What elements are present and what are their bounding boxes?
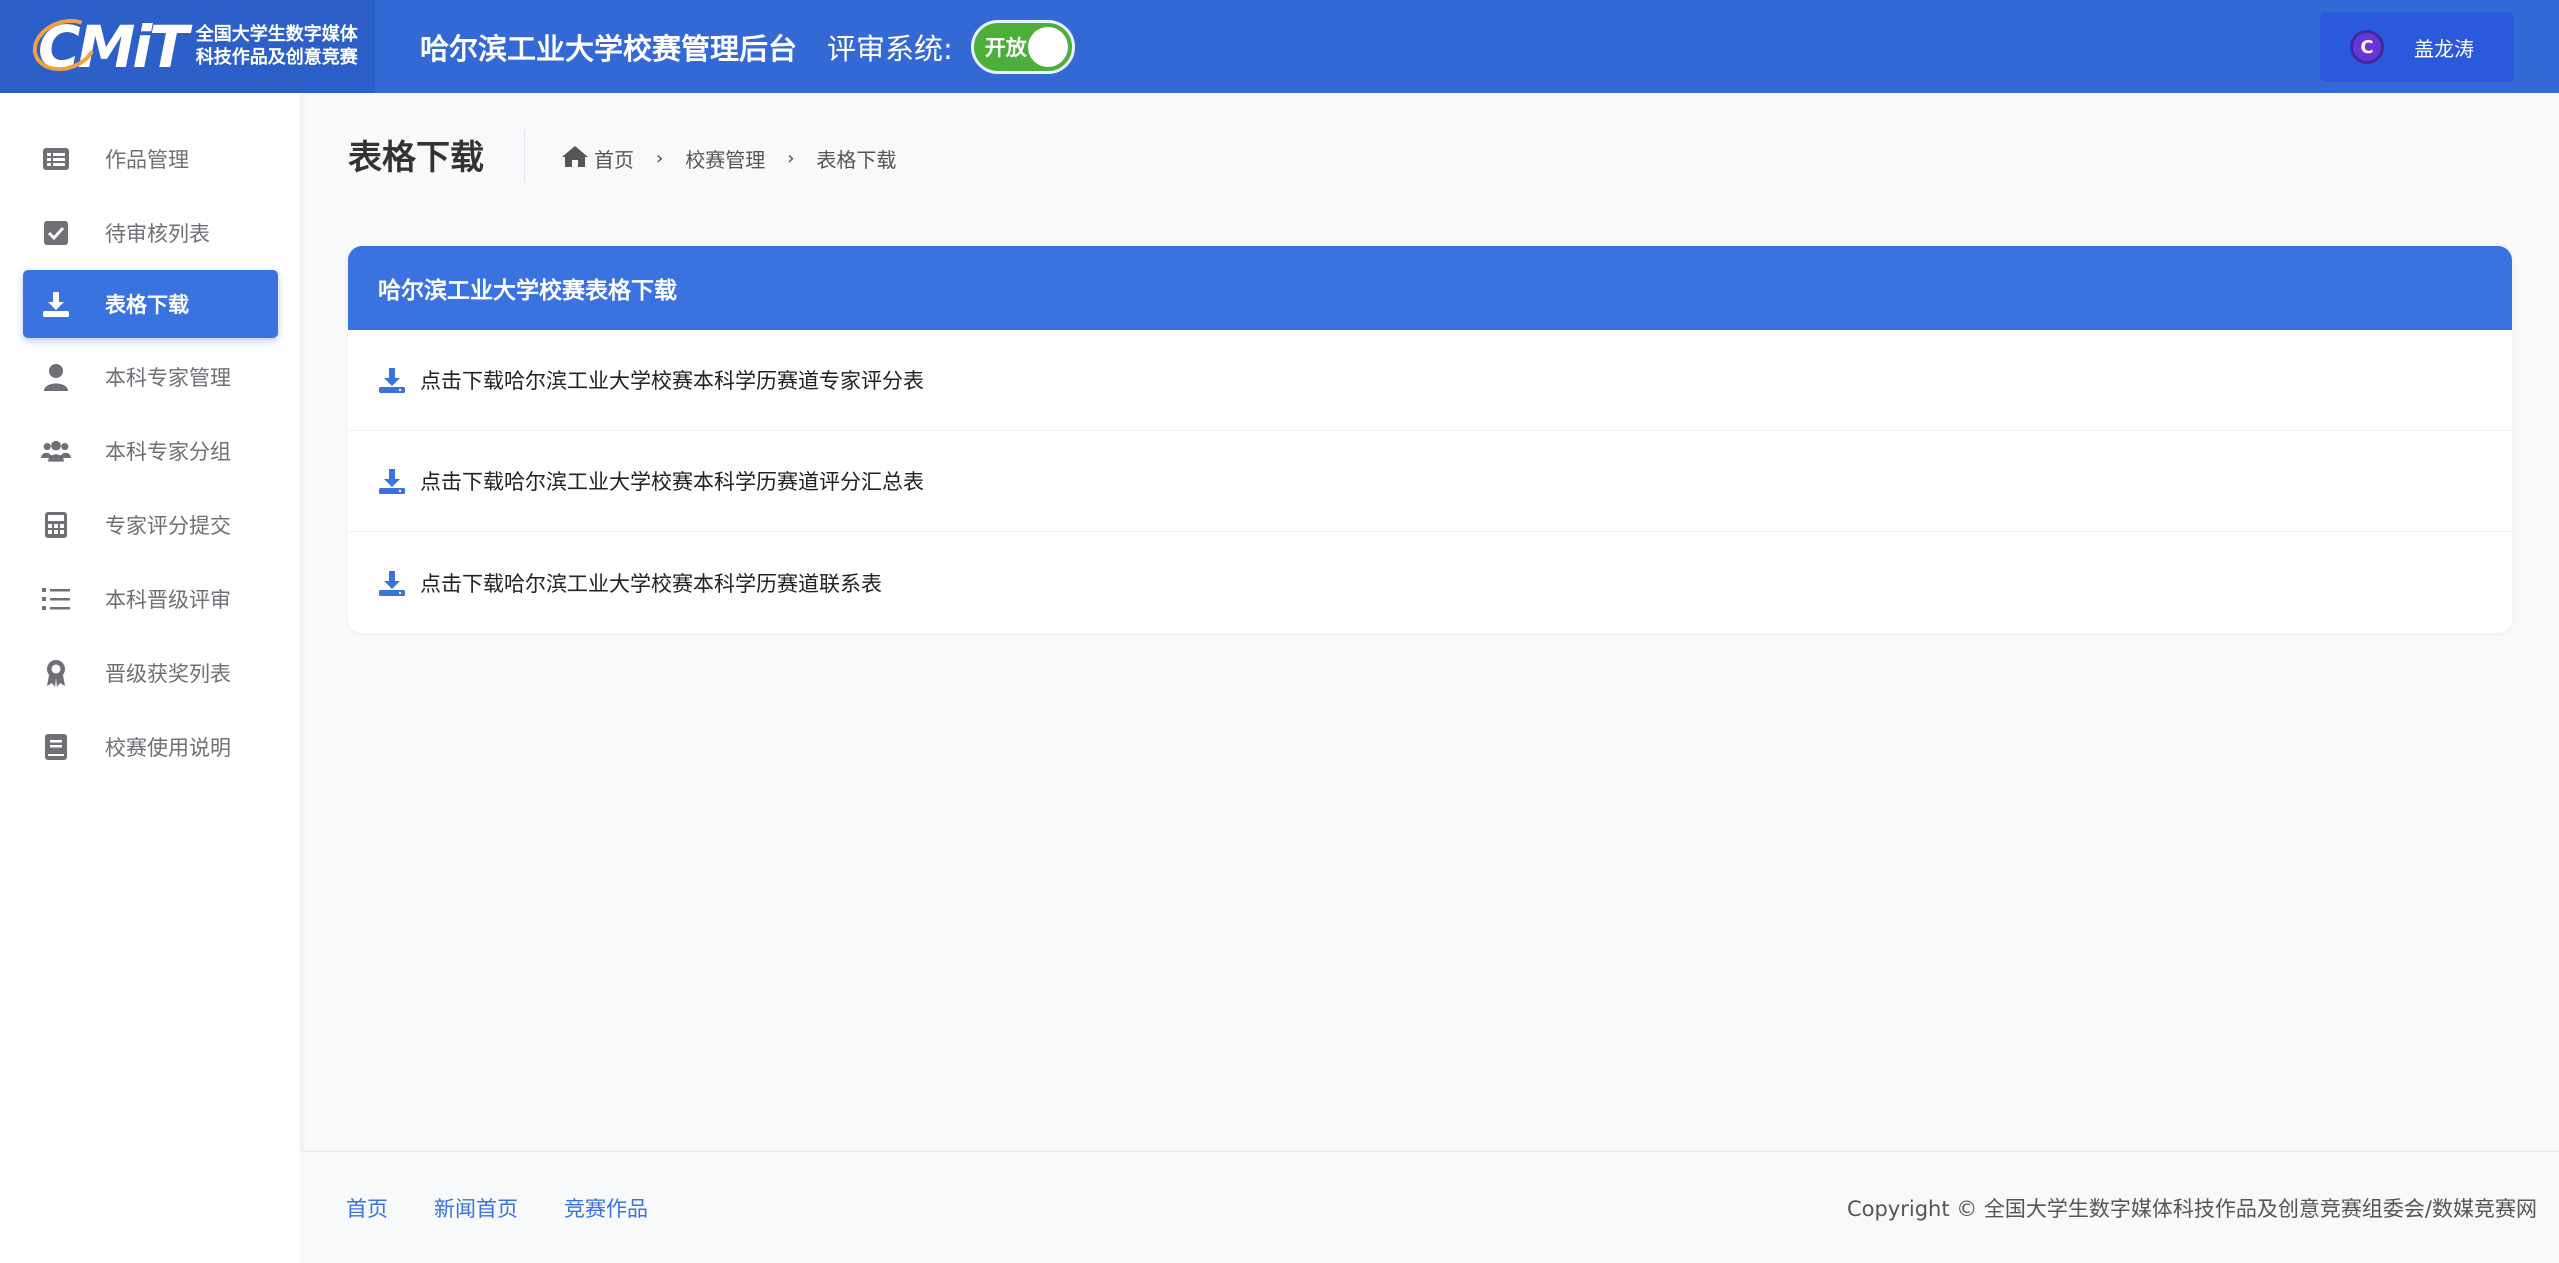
sidebar-item-label: 本科专家管理: [105, 366, 231, 390]
check-square-icon: [41, 218, 71, 248]
chevron-right-icon: ›: [656, 147, 664, 169]
user-icon: [41, 362, 71, 392]
list-icon: [41, 144, 71, 174]
heading-divider: [524, 130, 525, 182]
site-title: 哈尔滨工业大学校赛管理后台: [420, 31, 798, 66]
breadcrumb-current: 表格下载: [816, 147, 897, 172]
toggle-knob: [1027, 26, 1068, 67]
calculator-icon: [41, 510, 71, 540]
download-icon: [378, 569, 406, 597]
user-menu[interactable]: C 盖龙涛: [2320, 12, 2514, 82]
logo-line-2: 科技作品及创意竞赛: [195, 46, 358, 68]
download-link-label: 点击下载哈尔滨工业大学校赛本科学历赛道评分汇总表: [420, 470, 924, 494]
footer-link-home[interactable]: 首页: [346, 1193, 388, 1223]
book-icon: [41, 732, 71, 762]
sidebar-item-score-submit[interactable]: 专家评分提交: [23, 491, 278, 559]
logo-text: 全国大学生数字媒体 科技作品及创意竞赛: [195, 23, 358, 68]
footer-links: 首页 新闻首页 竞赛作品: [300, 1193, 648, 1223]
review-system-label: 评审系统:: [827, 31, 953, 66]
logo-letters: CMiT: [25, 9, 189, 80]
sidebar-item-expert-management[interactable]: 本科专家管理: [23, 343, 278, 411]
download-icon: [41, 289, 71, 319]
sidebar-item-label: 专家评分提交: [105, 514, 231, 538]
sidebar: 作品管理 待审核列表 表格下载 本科专家管理 本科专家分组 专家评分提交 本科晋…: [0, 93, 300, 1263]
sidebar-item-works[interactable]: 作品管理: [23, 125, 278, 193]
panel-title: 哈尔滨工业大学校赛表格下载: [348, 246, 2512, 330]
logo[interactable]: CMiT 全国大学生数字媒体 科技作品及创意竞赛: [0, 0, 375, 93]
users-icon: [41, 436, 71, 466]
sidebar-item-award-list[interactable]: 晋级获奖列表: [23, 639, 278, 707]
username: 盖龙涛: [2414, 36, 2474, 61]
review-system-toggle[interactable]: 开放: [970, 19, 1075, 74]
download-icon: [378, 467, 406, 495]
sidebar-item-label: 待审核列表: [105, 222, 210, 246]
download-link-label: 点击下载哈尔滨工业大学校赛本科学历赛道联系表: [420, 571, 882, 596]
sidebar-item-promotion-review[interactable]: 本科晋级评审: [23, 565, 278, 633]
footer: 首页 新闻首页 竞赛作品 Copyright © 全国大学生数字媒体科技作品及创…: [300, 1151, 2559, 1263]
download-link-expert-score-sheet[interactable]: 点击下载哈尔滨工业大学校赛本科学历赛道专家评分表: [348, 330, 2512, 431]
avatar: C: [2350, 30, 2384, 64]
breadcrumb-contest-management[interactable]: 校赛管理: [685, 144, 765, 173]
sidebar-item-label: 作品管理: [105, 148, 189, 172]
footer-link-news[interactable]: 新闻首页: [434, 1193, 518, 1223]
top-header: CMiT 全国大学生数字媒体 科技作品及创意竞赛 哈尔滨工业大学校赛管理后台 评…: [0, 0, 2559, 93]
chevron-right-icon: ›: [787, 147, 795, 169]
sidebar-item-label: 本科专家分组: [105, 440, 231, 464]
page-title: 表格下载: [348, 138, 484, 178]
copyright: Copyright © 全国大学生数字媒体科技作品及创意竞赛组委会/数媒竞赛网: [1846, 1196, 2537, 1221]
download-link-label: 点击下载哈尔滨工业大学校赛本科学历赛道专家评分表: [420, 369, 924, 393]
footer-link-works[interactable]: 竞赛作品: [564, 1193, 648, 1223]
sidebar-item-pending[interactable]: 待审核列表: [23, 199, 278, 267]
download-icon: [378, 366, 406, 394]
sidebar-item-label: 本科晋级评审: [105, 588, 231, 612]
sidebar-item-instructions[interactable]: 校赛使用说明: [23, 713, 278, 781]
avatar-letter: C: [2360, 36, 2374, 58]
sidebar-item-label: 表格下载: [105, 293, 189, 317]
award-icon: [41, 658, 71, 688]
sidebar-item-label: 校赛使用说明: [105, 736, 231, 760]
toggle-label: 开放: [984, 35, 1027, 60]
download-link-score-summary[interactable]: 点击下载哈尔滨工业大学校赛本科学历赛道评分汇总表: [348, 431, 2512, 532]
home-icon: [562, 145, 588, 172]
sidebar-item-label: 晋级获奖列表: [105, 662, 231, 686]
download-panel: 哈尔滨工业大学校赛表格下载 点击下载哈尔滨工业大学校赛本科学历赛道专家评分表 点…: [348, 246, 2512, 633]
download-link-contact-sheet[interactable]: 点击下载哈尔滨工业大学校赛本科学历赛道联系表: [348, 532, 2512, 633]
sidebar-item-form-download[interactable]: 表格下载: [23, 270, 278, 338]
ordered-list-icon: [41, 584, 71, 614]
logo-mark: CMiT 全国大学生数字媒体 科技作品及创意竞赛: [25, 9, 358, 80]
sidebar-item-expert-group[interactable]: 本科专家分组: [23, 417, 278, 485]
breadcrumb-home[interactable]: 首页: [594, 144, 634, 173]
breadcrumb: 首页 › 校赛管理 › 表格下载: [562, 141, 896, 175]
logo-line-1: 全国大学生数字媒体: [195, 23, 358, 45]
